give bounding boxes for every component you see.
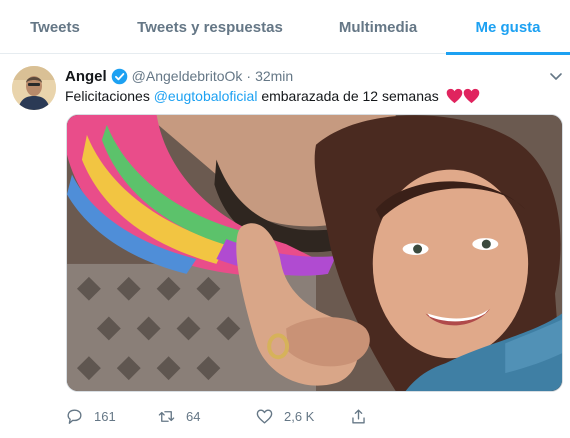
- profile-tabs: Tweets Tweets y respuestas Multimedia Me…: [0, 0, 570, 55]
- red-heart-emoji-icon: [463, 88, 479, 104]
- reply-icon: [67, 408, 82, 424]
- tab-tweets[interactable]: Tweets: [0, 0, 110, 54]
- reply-button[interactable]: 161: [65, 402, 116, 430]
- chevron-down-icon[interactable]: [548, 68, 564, 84]
- tab-tweets-and-replies[interactable]: Tweets y respuestas: [110, 0, 310, 54]
- retweet-button[interactable]: 64: [157, 402, 200, 430]
- separator-dot: ·: [246, 68, 252, 84]
- tab-likes[interactable]: Me gusta: [446, 0, 570, 55]
- tweet-text: Felicitaciones @eugtobaloficial embaraza…: [65, 87, 480, 105]
- author-name[interactable]: Angel: [65, 68, 107, 85]
- tab-media[interactable]: Multimedia: [310, 0, 446, 54]
- verified-badge-icon: [111, 68, 127, 84]
- like-button[interactable]: 2,6 K: [255, 402, 314, 430]
- heart-icon: [256, 408, 273, 424]
- tweet-header: Angel @AngeldebritoOk · 32min: [65, 66, 293, 86]
- tweet-text-start: Felicitaciones: [65, 88, 154, 104]
- red-heart-emoji-icon: [446, 88, 462, 104]
- mention-link[interactable]: @eugtobaloficial: [154, 88, 258, 104]
- heart-emojis: [446, 88, 480, 104]
- tweet-actions: 161 64 2,6 K: [65, 402, 485, 430]
- share-icon: [352, 408, 365, 424]
- tweet-text-end: embarazada de 12 semanas: [257, 88, 439, 104]
- author-handle[interactable]: @AngeldebritoOk: [132, 68, 243, 84]
- avatar[interactable]: [12, 66, 56, 110]
- retweet-count: 64: [186, 408, 201, 424]
- reply-count: 161: [94, 408, 116, 424]
- share-button[interactable]: [349, 402, 368, 430]
- like-count: 2,6 K: [284, 408, 315, 424]
- tweet-photo[interactable]: [66, 114, 563, 392]
- tweet-timestamp[interactable]: 32min: [255, 68, 293, 84]
- retweet-icon: [158, 410, 175, 422]
